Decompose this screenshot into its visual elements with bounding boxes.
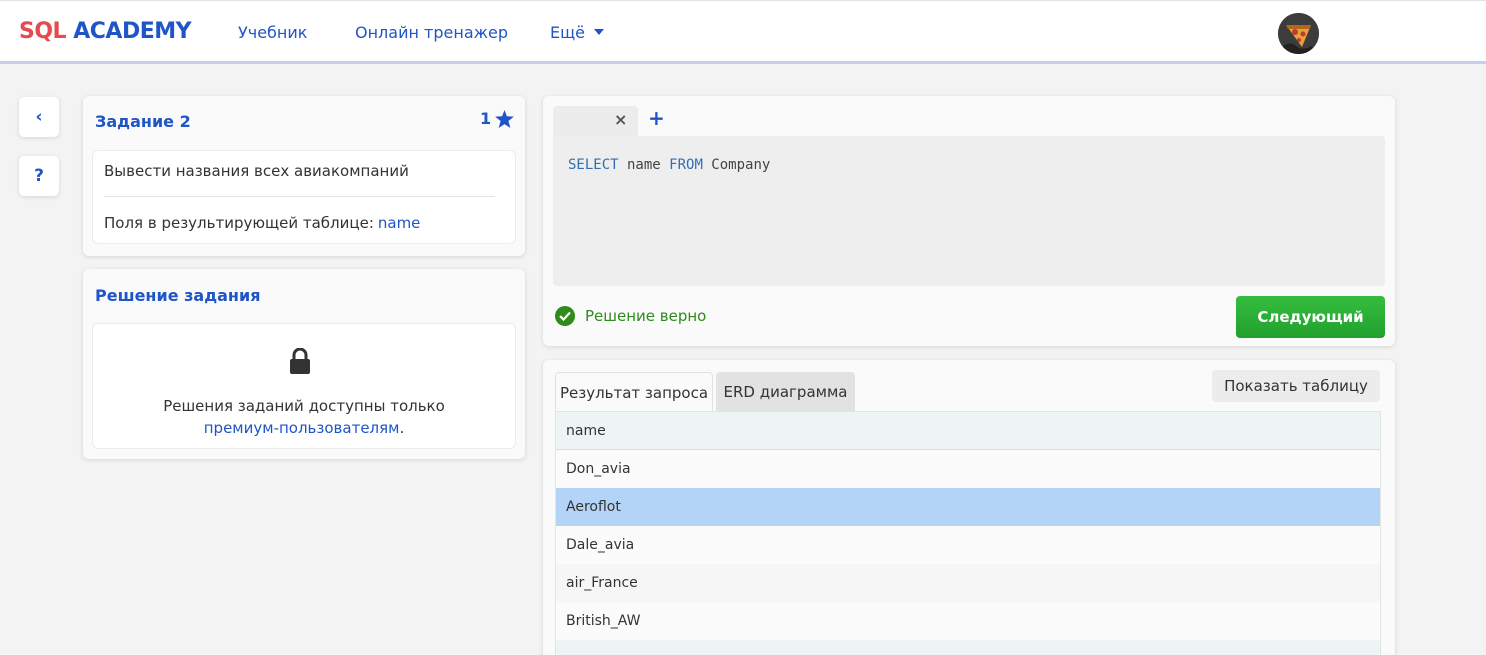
nav-more-dropdown[interactable]: Ещё bbox=[550, 23, 605, 42]
star-icon bbox=[495, 109, 515, 128]
result-fields: Поля в результирующей таблице: name bbox=[104, 214, 421, 232]
table-row[interactable]: Dale_avia bbox=[556, 526, 1380, 564]
tab-query-result[interactable]: Результат запроса bbox=[555, 372, 713, 412]
help-icon: ? bbox=[34, 166, 44, 186]
table-row[interactable]: Don_avia bbox=[556, 450, 1380, 488]
site-logo[interactable]: SQL ACADEMY bbox=[19, 19, 192, 44]
task-stars: 1 bbox=[480, 109, 515, 128]
editor-card: × + SELECT name FROM Company Решение вер… bbox=[543, 96, 1395, 346]
chevron-left-icon: ‹ bbox=[35, 107, 43, 127]
result-table: name Don_avia Aeroflot Dale_avia air_Fra… bbox=[555, 411, 1381, 655]
locked-message: Решения заданий доступны только премиум-… bbox=[163, 397, 445, 437]
table-row[interactable] bbox=[556, 640, 1380, 655]
premium-link[interactable]: премиум-пользователям bbox=[204, 419, 400, 437]
lock-icon bbox=[290, 348, 310, 374]
user-avatar[interactable] bbox=[1278, 13, 1319, 54]
result-card: Результат запроса ERD диаграмма Показать… bbox=[543, 360, 1395, 655]
solution-card: Решение задания Решения заданий доступны… bbox=[83, 269, 525, 459]
tab-erd-diagram[interactable]: ERD диаграмма bbox=[716, 372, 855, 412]
sql-code: SELECT name FROM Company bbox=[568, 157, 771, 173]
task-description: Вывести названия всех авиакомпаний bbox=[104, 162, 409, 180]
top-header: SQL ACADEMY Учебник Онлайн тренажер Ещё bbox=[0, 0, 1486, 64]
nav-trainer-link[interactable]: Онлайн тренажер bbox=[355, 23, 508, 42]
solution-title: Решение задания bbox=[95, 286, 261, 305]
nav-tutorial-link[interactable]: Учебник bbox=[238, 23, 307, 42]
check-circle-icon bbox=[555, 306, 575, 326]
table-row[interactable]: British_AW bbox=[556, 602, 1380, 640]
task-card: Задание 2 1 Вывести названия всех авиако… bbox=[83, 96, 525, 256]
task-title: Задание 2 bbox=[95, 112, 191, 131]
next-task-button[interactable]: Следующий bbox=[1236, 296, 1385, 338]
add-tab-button[interactable]: + bbox=[648, 106, 665, 130]
table-row-selected[interactable]: Aeroflot bbox=[556, 488, 1380, 526]
avatar-pizza-icon bbox=[1278, 13, 1319, 54]
close-icon[interactable]: × bbox=[614, 110, 627, 129]
column-header-name: name bbox=[556, 412, 1380, 450]
field-name: name bbox=[377, 214, 421, 232]
show-table-button[interactable]: Показать таблицу bbox=[1212, 370, 1380, 402]
chevron-down-icon bbox=[594, 29, 605, 35]
sql-editor[interactable]: SELECT name FROM Company bbox=[553, 136, 1385, 286]
table-row[interactable]: air_France bbox=[556, 564, 1380, 602]
editor-tab[interactable]: × bbox=[553, 106, 638, 136]
solution-locked-box: Решения заданий доступны только премиум-… bbox=[92, 323, 516, 449]
divider bbox=[104, 196, 495, 197]
solution-status: Решение верно bbox=[555, 306, 706, 326]
collapse-panel-button[interactable]: ‹ bbox=[19, 97, 59, 137]
task-description-box: Вывести названия всех авиакомпаний Поля … bbox=[92, 150, 516, 244]
help-button[interactable]: ? bbox=[19, 156, 59, 196]
